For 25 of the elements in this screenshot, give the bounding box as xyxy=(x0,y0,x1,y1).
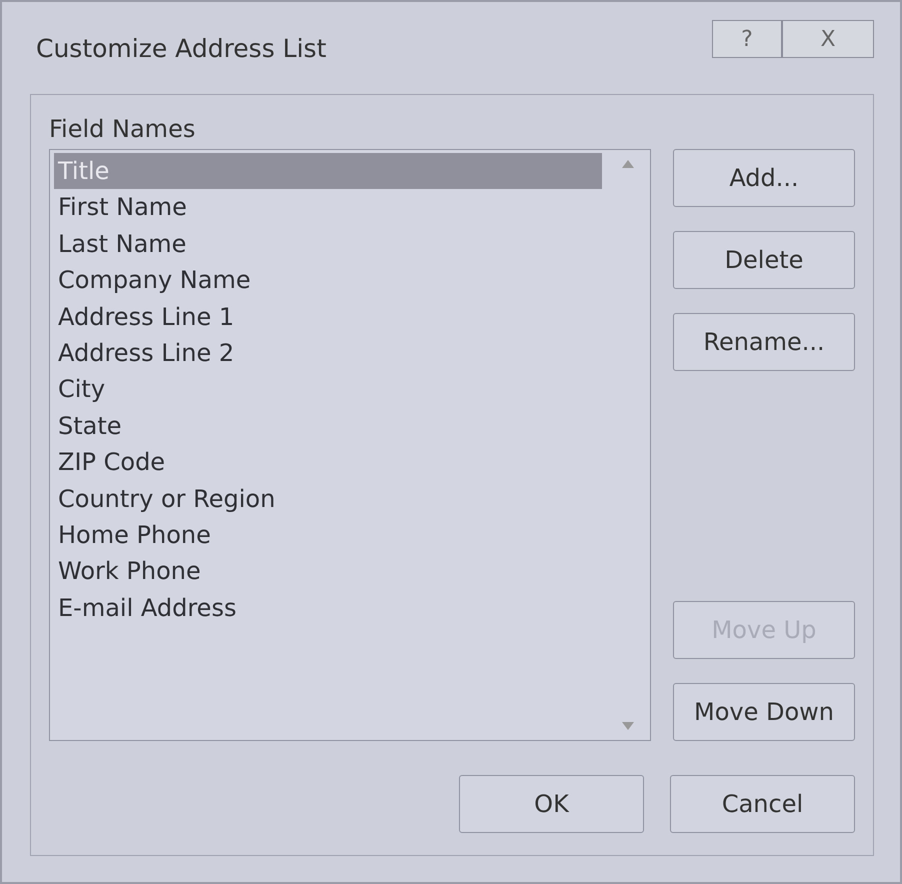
list-item[interactable]: Address Line 2 xyxy=(54,335,602,372)
list-item[interactable]: ZIP Code xyxy=(54,444,602,481)
list-item[interactable]: Home Phone xyxy=(54,517,602,554)
action-button[interactable]: Add... xyxy=(673,149,855,207)
list-item[interactable]: Last Name xyxy=(54,226,602,262)
action-button[interactable]: Rename... xyxy=(673,313,855,371)
move-button[interactable]: Move Down xyxy=(673,683,855,741)
field-list[interactable]: Title First Name Last Name Company Name Address Line 1 Address Line 2 City State ZIP Code Country or Region Home Phone Work Phone E-mail Address xyxy=(49,149,651,741)
list-item[interactable]: Address Line 1 xyxy=(54,298,602,336)
list-item[interactable]: E-mail Address xyxy=(54,590,602,626)
cancel-button[interactable]: Cancel xyxy=(670,775,855,833)
list-item[interactable]: City xyxy=(54,371,602,408)
window-title: Customize Address List xyxy=(36,34,326,62)
list-item[interactable]: Work Phone xyxy=(54,553,602,590)
list-item[interactable]: State xyxy=(54,408,602,444)
action-button[interactable]: Delete xyxy=(673,231,855,289)
list-item[interactable]: Country or Region xyxy=(54,480,602,518)
list-item[interactable]: First Name xyxy=(54,189,602,226)
list-item[interactable]: Company Name xyxy=(54,262,602,299)
help-button[interactable]: ? xyxy=(712,20,782,58)
ok-button[interactable]: OK xyxy=(459,775,644,833)
scroll-down-icon[interactable] xyxy=(622,722,634,730)
close-button[interactable]: X xyxy=(782,20,874,58)
list-label: Field Names xyxy=(49,115,196,143)
scroll-up-icon[interactable] xyxy=(622,160,634,168)
